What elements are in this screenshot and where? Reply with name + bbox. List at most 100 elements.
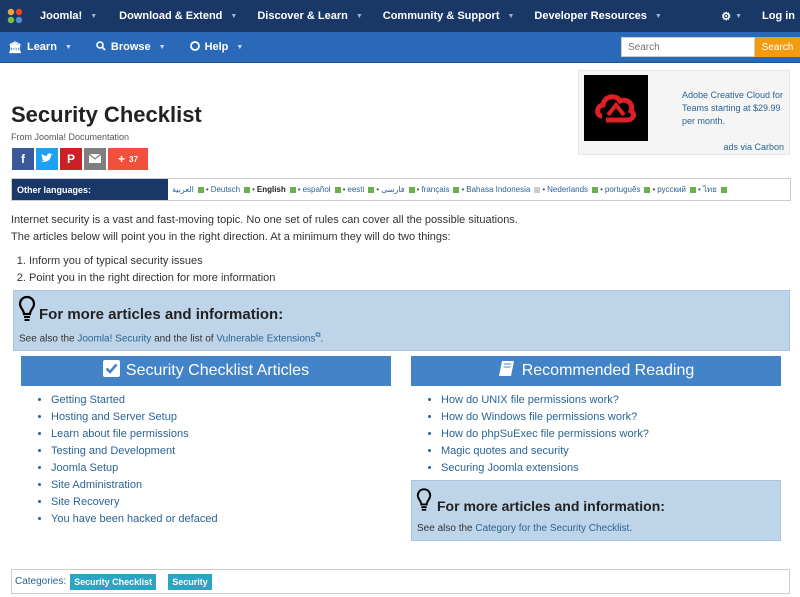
subnav-browse-label: Browse xyxy=(110,41,151,53)
article-link[interactable]: Site Administration xyxy=(51,479,142,491)
language-bar: Other languages: العربية • Deutsch • English… xyxy=(11,178,791,201)
more-info-middle: and the list of xyxy=(151,333,217,345)
twitter-share-button[interactable] xyxy=(36,148,58,170)
nav-download-label: Download & Extend xyxy=(119,10,223,22)
language-separator: • xyxy=(461,185,465,194)
pinterest-share-button[interactable]: P xyxy=(60,148,82,170)
language-link[interactable]: فارسی xyxy=(381,185,405,194)
category-tag-security-checklist[interactable]: Security Checklist xyxy=(70,573,157,590)
search-icon xyxy=(96,40,106,54)
search-button[interactable]: Search xyxy=(755,37,800,57)
article-link[interactable]: Securing Joomla extensions xyxy=(441,462,579,474)
intro-line-2: The articles below will point you in the… xyxy=(11,231,451,243)
article-link[interactable]: You have been hacked or defaced xyxy=(51,513,218,525)
security-checklist-category-link[interactable]: Category for the Security Checklist xyxy=(475,523,629,534)
article-link[interactable]: Learn about file permissions xyxy=(51,428,189,440)
more-share-button[interactable]: + 37 xyxy=(108,148,148,170)
categories-label[interactable]: Categories: xyxy=(15,576,66,587)
facebook-share-button[interactable]: f xyxy=(12,148,34,170)
subnav-help[interactable]: Help ▼ xyxy=(182,32,252,63)
caret-down-icon: ▼ xyxy=(355,12,363,20)
language-link[interactable]: français xyxy=(421,185,449,194)
lightbulb-icon xyxy=(18,295,36,326)
intro-line-1: Internet security is a vast and fast-mov… xyxy=(11,214,518,226)
cogs-icon: ⚙ xyxy=(721,10,732,23)
book-icon xyxy=(498,360,516,382)
nav-community-support[interactable]: Community & Support ▼ xyxy=(373,0,525,32)
subnav-browse[interactable]: Browse ▼ xyxy=(88,32,174,63)
email-share-button[interactable] xyxy=(84,148,106,170)
article-link[interactable]: How do Windows file permissions work? xyxy=(441,411,637,423)
more-info-prefix: See also the xyxy=(19,333,78,345)
lightbulb-icon xyxy=(416,487,432,516)
login-link[interactable]: Log in xyxy=(752,0,800,32)
security-checklist-articles-header: Security Checklist Articles xyxy=(21,356,391,386)
nav-discover-learn[interactable]: Discover & Learn ▼ xyxy=(247,0,372,32)
language-link[interactable]: ไทย xyxy=(703,183,717,196)
university-icon: 🏛 xyxy=(8,41,22,54)
language-link[interactable]: العربية xyxy=(172,185,194,194)
pinterest-icon: P xyxy=(66,152,75,166)
subnav-learn[interactable]: 🏛 Learn ▼ xyxy=(0,32,80,63)
language-link[interactable]: español xyxy=(303,185,331,194)
carbon-ad[interactable]: Adobe Creative Cloud for Teams starting … xyxy=(578,70,790,155)
language-link[interactable]: Nederlands xyxy=(547,185,588,194)
article-link[interactable]: Joomla Setup xyxy=(51,462,118,474)
nav-discover-label: Discover & Learn xyxy=(257,10,348,22)
nav-joomla-label: Joomla! xyxy=(40,10,83,22)
security-articles-list: Getting Started Hosting and Server Setup L… xyxy=(51,392,218,528)
nav-joomla[interactable]: Joomla! ▼ xyxy=(30,0,107,32)
article-link[interactable]: Magic quotes and security xyxy=(441,445,569,457)
check-square-icon xyxy=(102,360,120,382)
joomla-logo-icon[interactable] xyxy=(0,0,30,32)
page-subtitle: From Joomla! Documentation xyxy=(11,132,130,142)
page-title: Security Checklist xyxy=(11,102,202,127)
ad-text[interactable]: Adobe Creative Cloud for Teams starting … xyxy=(682,89,787,128)
list-item: Joomla Setup xyxy=(51,460,218,477)
language-link[interactable]: português xyxy=(605,185,641,194)
language-link[interactable]: eesti xyxy=(347,185,364,194)
nav-developer-resources[interactable]: Developer Resources ▼ xyxy=(524,0,671,32)
vulnerable-extensions-link[interactable]: Vulnerable Extensions xyxy=(216,333,315,344)
article-link[interactable]: Getting Started xyxy=(51,394,125,406)
life-ring-icon xyxy=(189,40,200,54)
article-link[interactable]: Hosting and Server Setup xyxy=(51,411,177,423)
plus-icon: + xyxy=(118,152,126,166)
article-link[interactable]: Site Recovery xyxy=(51,496,119,508)
creative-cloud-icon[interactable] xyxy=(584,75,648,141)
language-separator: • xyxy=(542,185,546,194)
list-item: Testing and Development xyxy=(51,443,218,460)
translation-status-icon xyxy=(368,186,375,193)
caret-down-icon: ▼ xyxy=(64,43,72,51)
subnav-help-label: Help xyxy=(204,41,229,53)
language-link[interactable]: русский xyxy=(657,185,686,194)
nav-community-label: Community & Support xyxy=(382,10,500,22)
translation-status-icon xyxy=(408,186,415,193)
list-item: How do UNIX file permissions work? xyxy=(441,392,649,409)
joomla-security-link[interactable]: Joomla! Security xyxy=(77,333,151,344)
article-link[interactable]: How do phpSuExec file permissions work? xyxy=(441,428,649,440)
categories-bar: Categories: Security Checklist Security xyxy=(11,569,790,594)
list-item: You have been hacked or defaced xyxy=(51,511,218,528)
language-separator: • xyxy=(416,185,420,194)
ad-via-link[interactable]: ads via Carbon xyxy=(723,142,784,152)
translation-status-icon xyxy=(534,186,541,193)
search-input[interactable] xyxy=(621,37,755,57)
intro-steps: Inform you of typical security issues Po… xyxy=(29,253,275,287)
category-tag-security[interactable]: Security xyxy=(168,573,212,590)
article-link[interactable]: How do UNIX file permissions work? xyxy=(441,394,619,406)
nav-download-extend[interactable]: Download & Extend ▼ xyxy=(109,0,247,32)
settings-menu[interactable]: ⚙ ▼ xyxy=(711,0,752,32)
language-link[interactable]: Deutsch xyxy=(211,185,240,194)
language-link[interactable]: Bahasa Indonesia xyxy=(466,185,530,194)
translation-status-icon xyxy=(197,186,204,193)
translation-status-icon xyxy=(453,186,460,193)
translation-status-icon xyxy=(720,186,727,193)
article-link[interactable]: Testing and Development xyxy=(51,445,175,457)
caret-down-icon: ▼ xyxy=(236,43,244,51)
list-item: Learn about file permissions xyxy=(51,426,218,443)
more-info-2-heading: For more articles and information: xyxy=(437,498,665,514)
right-column-heading: Recommended Reading xyxy=(521,362,695,379)
list-item: Hosting and Server Setup xyxy=(51,409,218,426)
caret-down-icon: ▼ xyxy=(507,12,515,20)
